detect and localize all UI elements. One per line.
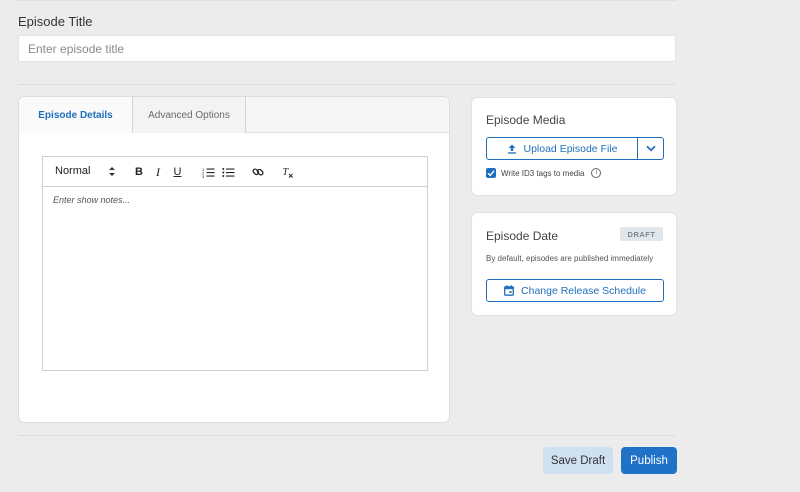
top-divider — [18, 0, 676, 1]
format-select[interactable]: Normal — [55, 165, 90, 177]
italic-icon[interactable]: I — [153, 165, 163, 179]
id3-tags-row: Write ID3 tags to media i — [486, 168, 602, 178]
episode-title-input[interactable] — [18, 35, 676, 62]
upload-icon — [507, 144, 516, 154]
status-badge: DRAFT — [620, 227, 663, 241]
episode-title-label: Episode Title — [18, 14, 93, 29]
checkmark-icon — [487, 170, 495, 177]
episode-details-card: Episode Details Advanced Options Normal … — [18, 96, 450, 423]
link-icon[interactable] — [251, 165, 265, 179]
footer-divider — [18, 435, 676, 436]
section-divider — [18, 84, 676, 85]
release-note: By default, episodes are published immed… — [486, 254, 654, 263]
svg-text:3: 3 — [202, 174, 205, 178]
svg-text:T: T — [283, 167, 290, 178]
episode-media-card: Episode Media Upload Episode File Write … — [471, 97, 677, 196]
change-release-schedule-label: Change Release Schedule — [521, 284, 646, 297]
ordered-list-icon[interactable]: 1 2 3 — [201, 165, 215, 179]
id3-tags-checkbox[interactable] — [486, 168, 496, 178]
format-select-value: Normal — [55, 165, 91, 177]
publish-button[interactable]: Publish — [621, 447, 677, 474]
chevron-down-icon — [645, 145, 656, 152]
episode-date-card: Episode Date DRAFT By default, episodes … — [471, 212, 677, 316]
clear-format-icon[interactable]: T — [281, 165, 295, 179]
select-arrows-icon — [109, 167, 115, 176]
calendar-icon — [504, 285, 514, 296]
upload-episode-file-button[interactable]: Upload Episode File — [487, 138, 638, 159]
editor-toolbar: Normal B I U 1 2 3 T — [43, 157, 427, 187]
bullet-list-icon[interactable] — [221, 165, 235, 179]
upload-button-label: Upload Episode File — [523, 142, 618, 155]
save-draft-button[interactable]: Save Draft — [543, 447, 613, 474]
info-icon[interactable]: i — [591, 168, 602, 178]
tab-bar: Episode Details Advanced Options — [19, 97, 449, 133]
id3-tags-label: Write ID3 tags to media — [501, 168, 585, 178]
upload-button-group: Upload Episode File — [486, 137, 664, 160]
upload-options-dropdown[interactable] — [638, 138, 663, 159]
tab-advanced-options[interactable]: Advanced Options — [133, 97, 246, 133]
change-release-schedule-button[interactable]: Change Release Schedule — [486, 279, 664, 302]
tab-episode-details[interactable]: Episode Details — [19, 97, 133, 133]
episode-media-heading: Episode Media — [486, 113, 566, 127]
underline-icon[interactable]: U — [172, 165, 183, 179]
episode-date-heading: Episode Date — [486, 229, 559, 243]
bold-icon[interactable]: B — [134, 165, 144, 179]
show-notes-editor: Normal B I U 1 2 3 T Enter show notes... — [42, 156, 428, 371]
show-notes-input[interactable]: Enter show notes... — [53, 195, 130, 205]
